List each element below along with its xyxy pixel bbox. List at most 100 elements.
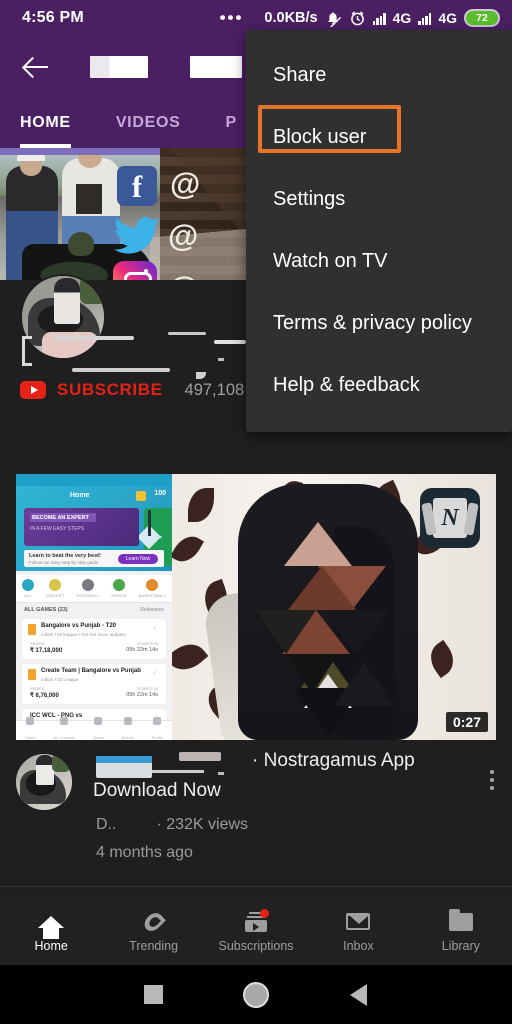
- channel-name-redaction-f: [218, 358, 224, 361]
- app-starts-value-0: 05h 22m 14s: [126, 647, 158, 653]
- status-bar-icons: ••• 0.0KB/s 4G 4G 72: [220, 9, 500, 27]
- video-title-redaction-3: [152, 770, 204, 773]
- video-views: · 232K views: [156, 816, 249, 833]
- app-promo-sub: IN A FEW EASY STEPS: [30, 526, 85, 532]
- app-match-league-0: Indian T20 league • Get live score updat…: [41, 632, 126, 637]
- nav-trending-label: Trending: [129, 938, 179, 953]
- app-starts-value-1: 05h 22m 14s: [126, 692, 158, 698]
- app-prize-label-1: PRIZES: [30, 686, 45, 691]
- menu-item-watch-on-tv[interactable]: Watch on TV: [246, 230, 512, 292]
- video-title-redaction-1: [96, 756, 152, 778]
- video-title-second-line: Download Now: [93, 780, 221, 801]
- channel-name-bracket: [22, 336, 32, 366]
- app-prize-value-1: ₹ 6,76,000: [30, 693, 59, 699]
- tab-playlists-label: P: [225, 114, 237, 131]
- video-card[interactable]: Home 100 BECOME AN EXPERT IN A FEW EASY …: [0, 440, 512, 892]
- app-bottom-tab-2: Quest: [93, 735, 104, 740]
- bottom-navigation: Home Trending Subscriptions Inbox Librar…: [0, 897, 512, 965]
- app-prize-value-0: ₹ 17,18,000: [30, 648, 63, 654]
- app-match-league-1: Indian T20 League: [41, 677, 79, 682]
- thumbnail-app-screenshot: Home 100 BECOME AN EXPERT IN A FEW EASY …: [16, 474, 172, 740]
- video-title-redaction-4: [218, 772, 224, 775]
- app-section-title: ALL GAMES (23): [24, 607, 68, 613]
- channel-avatar[interactable]: [20, 274, 106, 360]
- battery-level-label: 72: [476, 12, 488, 24]
- menu-item-settings[interactable]: Settings: [246, 168, 512, 230]
- back-arrow-icon[interactable]: [22, 53, 50, 81]
- menu-item-share-label: Share: [273, 63, 327, 86]
- content-divider: [0, 886, 512, 887]
- back-button[interactable]: [307, 983, 409, 1006]
- video-overflow-button[interactable]: [490, 770, 494, 790]
- app-bottom-tab-1: My Contests: [53, 735, 76, 740]
- app-coin-icon: [136, 491, 146, 501]
- nav-item-library[interactable]: Library: [410, 908, 512, 953]
- tab-videos[interactable]: VIDEOS: [116, 98, 181, 148]
- tab-home[interactable]: HOME: [20, 98, 71, 148]
- square-icon: [144, 985, 164, 1004]
- subscriptions-badge-dot: [260, 908, 270, 918]
- nostragamus-logo-icon: N: [420, 488, 480, 548]
- channel-name-redaction-2: [190, 56, 242, 78]
- recents-button[interactable]: [102, 985, 204, 1004]
- folder-icon: [448, 908, 474, 934]
- youtube-channel-screen: 4:56 PM ••• 0.0KB/s 4G 4G 72 HOME VIDEOS…: [0, 0, 512, 1024]
- video-channel-abbrev: D..: [96, 816, 117, 833]
- menu-item-block-user[interactable]: Block user: [246, 106, 512, 168]
- app-bottom-tab-4: Profile: [151, 735, 164, 740]
- app-bottom-tab-3: Activity: [121, 735, 135, 740]
- app-bottom-tab-0: Home: [24, 735, 36, 740]
- nav-item-subscriptions[interactable]: Subscriptions: [205, 908, 307, 953]
- handle-symbol-2: @: [168, 218, 199, 253]
- app-match-title-0: Bangalore vs Punjab - T20: [41, 623, 117, 629]
- alarm-clock-icon: [349, 10, 366, 27]
- youtube-play-icon: [20, 381, 46, 399]
- menu-item-terms-privacy-label: Terms & privacy policy: [273, 311, 472, 334]
- nav-item-trending[interactable]: Trending: [102, 909, 204, 953]
- handle-symbol-1: @: [170, 166, 201, 201]
- channel-name-redaction-e: [196, 372, 206, 379]
- app-coin-count: 100: [154, 490, 166, 497]
- app-starts-label-1: STARTS IN: [137, 686, 158, 691]
- video-title-redaction-2: [179, 752, 221, 761]
- menu-item-share[interactable]: Share: [246, 44, 512, 106]
- status-bar-clock: 4:56 PM: [22, 9, 84, 26]
- network-speed-label: 0.0KB/s: [264, 10, 318, 26]
- app-category-4: BASKETBALL: [138, 593, 167, 598]
- twitter-icon: [112, 216, 162, 254]
- app-match-row: ✓ Create Team | Bangalore vs Punjab Indi…: [22, 664, 166, 704]
- menu-item-help-feedback[interactable]: Help & feedback: [246, 354, 512, 416]
- subscribe-button[interactable]: SUBSCRIBE: [57, 380, 163, 400]
- video-thumbnail[interactable]: Home 100 BECOME AN EXPERT IN A FEW EASY …: [16, 474, 496, 740]
- android-system-navigation: [0, 965, 512, 1024]
- status-bar-overflow-dots: •••: [219, 8, 244, 27]
- app-category-2: FOOTBALL: [76, 593, 99, 598]
- app-category-tabs: ALL CRICKET FOOTBALL TENNIS BASKETBALL: [16, 575, 172, 603]
- app-category-3: TENNIS: [110, 593, 127, 598]
- home-icon: [38, 910, 65, 939]
- signal-bars-icon: [372, 12, 386, 25]
- app-prize-label-0: PRIZES: [30, 641, 45, 646]
- menu-item-watch-on-tv-label: Watch on TV: [273, 249, 388, 272]
- video-title-app-label: · Nostragamus App: [252, 750, 415, 771]
- app-category-1: CRICKET: [45, 593, 65, 598]
- menu-item-settings-label: Settings: [273, 187, 346, 210]
- fire-icon: [141, 909, 167, 934]
- menu-item-help-feedback-label: Help & feedback: [273, 373, 420, 396]
- tab-videos-label: VIDEOS: [115, 114, 181, 131]
- menu-item-terms-privacy[interactable]: Terms & privacy policy: [246, 292, 512, 354]
- app-learn-button: Learn Now: [118, 553, 158, 564]
- channel-name-redaction-a: [56, 336, 134, 340]
- video-channel-avatar[interactable]: [16, 754, 72, 810]
- nav-item-inbox[interactable]: Inbox: [307, 910, 409, 953]
- app-match-row: ✓ Bangalore vs Punjab - T20 Indian T20 l…: [22, 619, 166, 659]
- nav-inbox-label: Inbox: [343, 938, 374, 953]
- menu-item-block-user-label: Block user: [273, 125, 367, 148]
- envelope-icon: [345, 910, 371, 934]
- app-bottom-nav: Home My Contests Quest Activity Profile: [16, 717, 172, 740]
- home-button[interactable]: [205, 981, 307, 1008]
- tab-playlists[interactable]: P: [225, 98, 236, 148]
- app-home-label: Home: [70, 492, 90, 499]
- thumbnail-face-pixelation: [256, 522, 400, 736]
- nav-item-home[interactable]: Home: [0, 910, 102, 953]
